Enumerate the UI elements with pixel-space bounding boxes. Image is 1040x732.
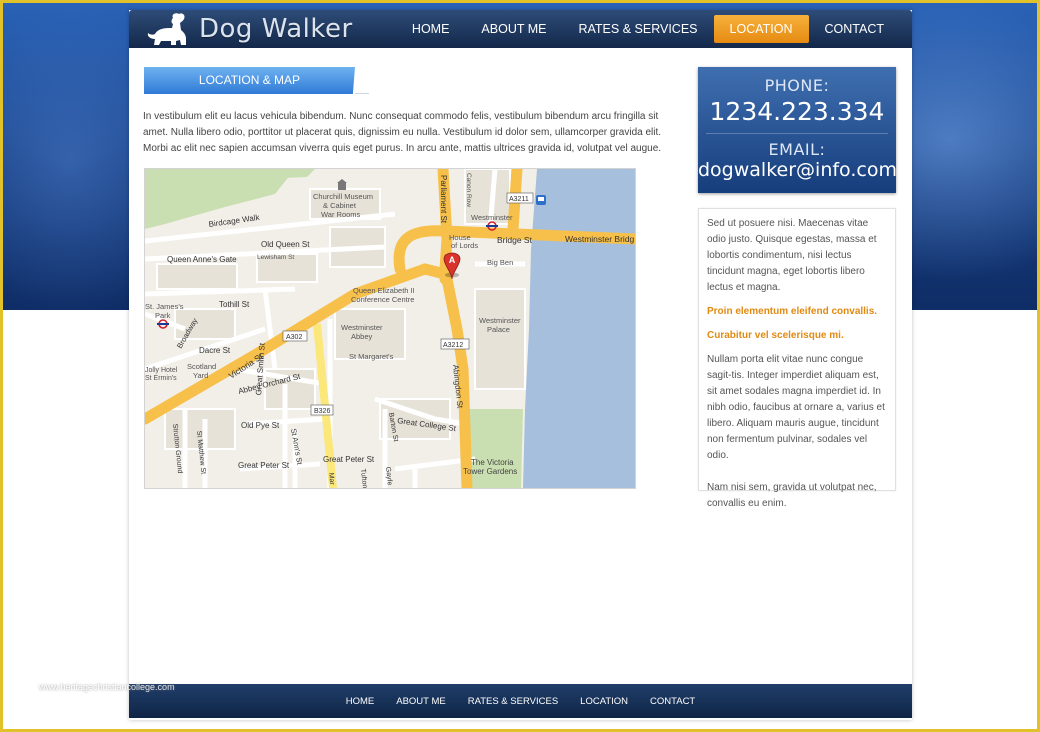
email-label: EMAIL: bbox=[768, 140, 826, 159]
phone-number[interactable]: 1234.223.334 bbox=[698, 97, 896, 126]
map-label: Conference Centre bbox=[351, 295, 414, 304]
map-label: Big Ben bbox=[487, 258, 513, 267]
nav-contact[interactable]: CONTACT bbox=[809, 15, 901, 43]
map-label: Queen Anne's Gate bbox=[167, 255, 237, 264]
map-label: Mar bbox=[327, 472, 335, 485]
map-label: St. James's bbox=[145, 302, 184, 311]
map-label: Park bbox=[155, 311, 171, 320]
map-label: Great Peter St bbox=[323, 455, 375, 464]
section-divider bbox=[355, 93, 369, 94]
map-label: Old Pye St bbox=[241, 421, 280, 430]
map-label: Westminster bbox=[471, 213, 513, 222]
main-nav: HOME ABOUT ME RATES & SERVICES LOCATION … bbox=[396, 15, 900, 43]
page-container: Dog Walker HOME ABOUT ME RATES & SERVICE… bbox=[129, 10, 912, 720]
map-label: Scotland bbox=[187, 362, 216, 371]
sidebar-paragraph: Nullam porta elit vitae nunc congue sagi… bbox=[707, 354, 885, 461]
footer-about-me[interactable]: ABOUT ME bbox=[396, 696, 445, 707]
map-label: Westminster bbox=[341, 323, 383, 332]
map-label: Churchill Museum bbox=[313, 192, 373, 201]
nav-location[interactable]: LOCATION bbox=[713, 15, 809, 43]
map-label: Tothill St bbox=[219, 300, 250, 309]
map-label: A3212 bbox=[443, 342, 463, 349]
nav-rates-services[interactable]: RATES & SERVICES bbox=[562, 15, 713, 43]
map-label: A302 bbox=[286, 334, 302, 341]
nav-about-me[interactable]: ABOUT ME bbox=[465, 15, 562, 43]
watermark: www.heritagechristiancollege.com bbox=[39, 682, 175, 692]
map-label: B326 bbox=[314, 408, 330, 415]
phone-label: PHONE: bbox=[764, 76, 830, 95]
map-label: Jolly Hotel bbox=[145, 367, 178, 374]
map-label: Tower Gardens bbox=[463, 467, 517, 476]
map-label: & Cabinet bbox=[323, 201, 357, 210]
map-label: Westminster bbox=[479, 316, 521, 325]
sidebar-paragraph: Sed ut posuere nisi. Maecenas vitae odio… bbox=[707, 218, 877, 293]
map-label: of Lords bbox=[451, 241, 478, 250]
map-label: Lewisham St bbox=[257, 254, 294, 261]
map-river-thames bbox=[523, 169, 635, 488]
map-label: Abbey bbox=[351, 332, 373, 341]
sidebar-text-box: Sed ut posuere nisi. Maecenas vitae odio… bbox=[698, 208, 896, 509]
contact-box: PHONE: 1234.223.334 EMAIL: dogwalker@inf… bbox=[698, 67, 897, 193]
map-label: Westminster Bridg bbox=[565, 234, 635, 244]
map-label: St Ermin's bbox=[145, 375, 177, 382]
map-label: Great Peter St bbox=[238, 461, 290, 470]
section-title: LOCATION & MAP bbox=[144, 67, 355, 94]
map-label: Bridge St bbox=[497, 235, 533, 245]
email-address[interactable]: dogwalker@info.com bbox=[698, 159, 897, 181]
map-label: Queen Elizabeth II bbox=[353, 286, 415, 295]
footer-nav: HOME ABOUT ME RATES & SERVICES LOCATION … bbox=[129, 684, 912, 718]
logo[interactable]: Dog Walker bbox=[145, 12, 353, 46]
sidebar-paragraph: Nam nisi sem, gravida ut volutpat nec, c… bbox=[707, 482, 877, 509]
bus-stop-icon bbox=[536, 195, 546, 205]
map-park-victoria-tower bbox=[465, 409, 523, 488]
footer-rates-services[interactable]: RATES & SERVICES bbox=[468, 696, 558, 707]
intro-text: In vestibulum elit eu lacus vehicula bib… bbox=[143, 111, 662, 154]
map-label: Palace bbox=[487, 325, 510, 334]
map-label: War Rooms bbox=[321, 210, 361, 219]
map-label: A3211 bbox=[509, 196, 529, 203]
contact-divider bbox=[706, 133, 888, 134]
nav-home[interactable]: HOME bbox=[396, 15, 466, 43]
map-label: Yard bbox=[193, 371, 208, 380]
map-canvas[interactable]: Churchill Museum & Cabinet War Rooms Bir… bbox=[145, 169, 635, 488]
map-label: Canon Row bbox=[465, 173, 472, 207]
dog-icon bbox=[147, 13, 186, 46]
location-map[interactable]: Churchill Museum & Cabinet War Rooms Bir… bbox=[144, 168, 636, 489]
footer-contact[interactable]: CONTACT bbox=[650, 696, 695, 707]
logo-text: Dog Walker bbox=[199, 14, 353, 44]
sidebar-highlight: Curabitur vel scelerisque mi. bbox=[707, 330, 844, 341]
map-label: The Victoria bbox=[471, 458, 514, 467]
map-label: Dacre St bbox=[199, 346, 231, 355]
footer-location[interactable]: LOCATION bbox=[580, 696, 628, 707]
map-label: Old Queen St bbox=[261, 240, 310, 249]
map-label: Parliament St bbox=[439, 175, 448, 224]
footer-home[interactable]: HOME bbox=[346, 696, 375, 707]
header-bar: Dog Walker HOME ABOUT ME RATES & SERVICE… bbox=[129, 10, 912, 48]
map-label: St Margaret's bbox=[349, 352, 394, 361]
map-marker-label: A bbox=[449, 255, 456, 265]
map-marker-icon[interactable]: A bbox=[443, 252, 461, 280]
sidebar-highlight: Proin elementum eleifend convallis. bbox=[707, 306, 878, 317]
